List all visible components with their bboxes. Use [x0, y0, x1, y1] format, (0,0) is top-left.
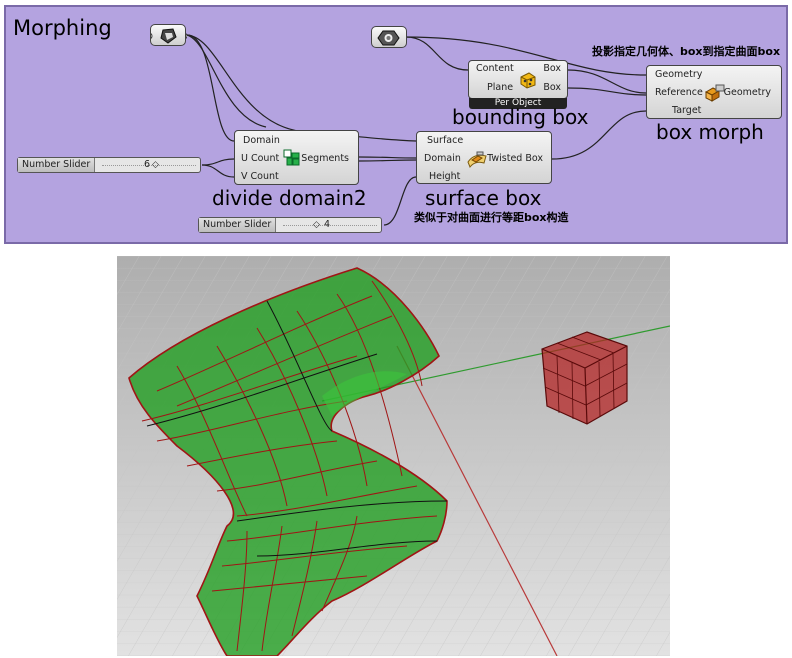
wire-brep-to-surface-2 [186, 34, 267, 128]
rhino-viewport[interactable] [117, 256, 670, 656]
bounding-box-component[interactable]: Content Plane Box Box Per Object [468, 60, 568, 109]
slider-value-2: 4 [324, 219, 331, 230]
morph-input-reference[interactable]: Reference [655, 87, 703, 98]
divide-domain2-component[interactable]: Domain U Count V Count Segments [234, 130, 359, 185]
sbox-input-surface[interactable]: Surface [427, 135, 463, 146]
geometry-param[interactable] [371, 26, 407, 48]
note-equidistant: 类似于对曲面进行等距box构造 [414, 211, 569, 224]
morph-output-geometry[interactable]: Geometry [724, 87, 771, 98]
bbox-output-box-2[interactable]: Box [543, 82, 561, 93]
divide-input-ucount[interactable]: U Count [241, 153, 279, 164]
slider-name-1: Number Slider [18, 158, 96, 172]
number-slider-ucount[interactable]: Number Slider 6 ◇ [17, 157, 201, 173]
box-morph-component[interactable]: Geometry Reference Target Geometry [646, 65, 782, 119]
label-box-morph: box morph [656, 120, 764, 144]
geometry-param-icon [377, 30, 400, 46]
bounding-box-icon [520, 72, 536, 89]
surface-box-component[interactable]: Surface Domain Height Twisted Box [416, 131, 552, 184]
divide-output-segments[interactable]: Segments [301, 153, 349, 164]
morph-input-target[interactable]: Target [672, 105, 701, 116]
divide-input-vcount[interactable]: V Count [241, 171, 279, 182]
sbox-input-height[interactable]: Height [429, 171, 460, 182]
label-divide-domain2: divide domain2 [212, 186, 367, 210]
sbox-output-twisted-box[interactable]: Twisted Box [487, 153, 543, 164]
slider-knob-1[interactable]: ◇ [152, 158, 159, 172]
label-surface-box: surface box [425, 186, 542, 210]
bbox-input-content[interactable]: Content [476, 63, 514, 74]
wire-segments-to-domain [358, 156, 417, 159]
label-bounding-box: bounding box [452, 105, 589, 129]
box-morph-icon [704, 84, 725, 102]
number-slider-height[interactable]: Number Slider ◇ 4 [198, 217, 382, 233]
divide-domain-icon [283, 149, 300, 166]
slider-knob-2[interactable]: ◇ [313, 218, 320, 232]
sbox-input-domain[interactable]: Domain [424, 153, 461, 164]
note-projection: 投影指定几何体、box到指定曲面box [592, 45, 781, 58]
slider-name-2: Number Slider [199, 218, 277, 232]
bbox-output-box-1[interactable]: Box [543, 63, 561, 74]
slider-value-1: 6 [144, 159, 151, 170]
wire-slider4-to-height [383, 176, 417, 226]
bbox-input-plane[interactable]: Plane [487, 82, 513, 93]
wire-segments-to-domain-2 [358, 159, 417, 162]
wire-slider6-to-vcount [201, 164, 235, 178]
wire-slider6-to-ucount [201, 158, 235, 166]
morph-input-geometry[interactable]: Geometry [655, 69, 702, 80]
brep-param-icon [151, 28, 187, 44]
brep-param[interactable] [150, 24, 187, 46]
divide-input-domain[interactable]: Domain [243, 135, 280, 146]
surface-box-icon [467, 151, 487, 168]
wire-box1-to-reference [567, 69, 647, 94]
wire-geo-to-content [405, 36, 469, 71]
grasshopper-canvas[interactable]: Morphing Content Plane Box Box Per Objec… [4, 5, 788, 244]
